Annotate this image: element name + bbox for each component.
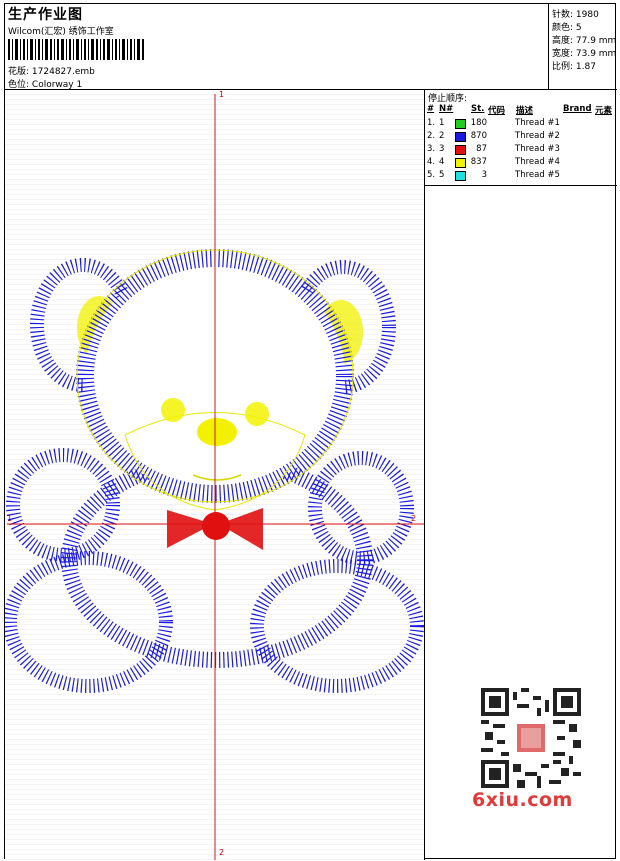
vendor-label: Wilcom(汇宏) 绣饰工作室 xyxy=(8,27,114,37)
legend-row-stitches: 870 xyxy=(470,131,487,141)
embroidery-design-canvas: 1 2 1 2 xyxy=(5,90,425,860)
legend-row-stitches: 3 xyxy=(481,170,487,180)
thread-color-swatch xyxy=(455,158,466,168)
production-sheet: 生产作业图 Wilcom(汇宏) 绣饰工作室 花版: 1724827.emb 色… xyxy=(4,3,617,860)
legend-row-n: 5 xyxy=(439,170,445,180)
legend-row-num: 4. xyxy=(427,157,436,167)
legend-row: 2. 2 870 Thread #2 xyxy=(425,131,617,144)
legend-row: 1. 1 180 Thread #1 xyxy=(425,118,617,131)
bear-embroidery-image xyxy=(5,94,424,860)
header-panel: 生产作业图 Wilcom(汇宏) 绣饰工作室 花版: 1724827.emb 色… xyxy=(5,4,549,90)
legend-header-n: N# xyxy=(439,104,454,114)
legend-header-code: 代码 xyxy=(488,106,506,116)
legend-row-stitches: 180 xyxy=(470,118,487,128)
legend-row-stitches: 837 xyxy=(470,157,487,167)
axis-label-top: 1 xyxy=(219,90,225,99)
stat-ratio: 比例: 1.87 xyxy=(552,62,596,72)
stat-width: 宽度: 73.9 mm xyxy=(552,49,617,59)
bear-feet xyxy=(5,551,424,693)
stat-colors: 颜色: 5 xyxy=(552,23,582,33)
legend-row-n: 3 xyxy=(439,144,445,154)
axis-label-right: 2 xyxy=(411,514,417,523)
legend-row-n: 1 xyxy=(439,118,445,128)
colorway-label: 色位: xyxy=(8,80,30,90)
stat-stitches: 针数: 1980 xyxy=(552,10,599,20)
stats-panel: 针数: 1980 颜色: 5 高度: 77.9 mm 宽度: 73.9 mm 比… xyxy=(549,4,617,90)
page-title: 生产作业图 xyxy=(8,7,83,23)
legend-header-brand: Brand xyxy=(563,104,592,114)
legend-row-stitches: 87 xyxy=(476,144,487,154)
design-file-row: 花版: 1724827.emb xyxy=(8,64,95,77)
watermark-logo: 6xiu.com xyxy=(472,789,573,811)
legend-row: 5. 5 3 Thread #5 xyxy=(425,170,617,183)
legend-row-num: 1. xyxy=(427,118,436,128)
legend-header-desc: 描述 xyxy=(516,106,534,116)
legend-row-n: 4 xyxy=(439,157,445,167)
legend-row-n: 2 xyxy=(439,131,445,141)
legend-title: 停止顺序: xyxy=(428,94,468,104)
legend-row-num: 5. xyxy=(427,170,436,180)
legend-row-desc: Thread #5 xyxy=(515,170,560,180)
barcode-icon xyxy=(8,39,144,60)
thread-color-swatch xyxy=(455,171,466,181)
qr-code-icon xyxy=(481,688,581,792)
legend-row-desc: Thread #4 xyxy=(515,157,560,167)
legend-row-num: 3. xyxy=(427,144,436,154)
axis-label-left: 1 xyxy=(7,514,13,523)
colorway-name: Colorway 1 xyxy=(31,80,83,90)
legend-row-desc: Thread #1 xyxy=(515,118,560,128)
legend-row: 3. 3 87 Thread #3 xyxy=(425,144,617,157)
legend-row: 4. 4 837 Thread #4 xyxy=(425,157,617,170)
legend-header-st: St. xyxy=(471,104,485,114)
stop-sequence-legend: 停止顺序: # N# St. 代码 描述 Brand 元素 1. 1 180 Thre… xyxy=(425,90,617,186)
legend-header-num: # xyxy=(427,104,435,114)
legend-header-element: 元素 xyxy=(595,106,613,116)
design-file-label: 花版: xyxy=(8,67,30,77)
thread-color-swatch xyxy=(455,145,466,155)
design-file-name: 1724827.emb xyxy=(31,67,95,77)
stat-height: 高度: 77.9 mm xyxy=(552,36,617,46)
colorway-row: 色位: Colorway 1 xyxy=(8,77,82,90)
legend-row-num: 2. xyxy=(427,131,436,141)
legend-row-desc: Thread #3 xyxy=(515,144,560,154)
thread-color-swatch xyxy=(455,132,466,142)
axis-label-bottom: 2 xyxy=(219,848,225,857)
thread-color-swatch xyxy=(455,119,466,129)
legend-row-desc: Thread #2 xyxy=(515,131,560,141)
